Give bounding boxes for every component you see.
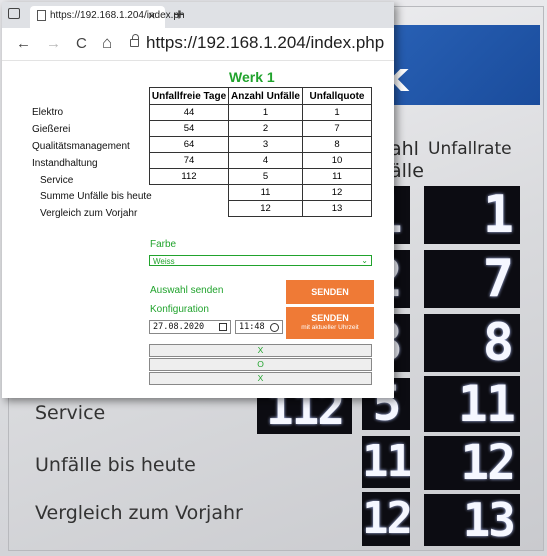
row-label-service: Service bbox=[40, 175, 74, 186]
table-cell[interactable]: 7 bbox=[302, 120, 372, 137]
home-icon[interactable]: ⌂ bbox=[102, 33, 112, 53]
table-cell[interactable]: 54 bbox=[149, 120, 229, 137]
table-header-row: Unfallfreie Tage Anzahl Unfälle Unfallqu… bbox=[149, 87, 372, 105]
address-bar: ← → C ⌂ https://192.168.1.204/index.php bbox=[2, 28, 394, 61]
farbe-label: Farbe bbox=[150, 239, 177, 250]
led-col3-row3: 8 bbox=[424, 314, 520, 372]
row-label-summe: Summe Unfälle bis heute bbox=[40, 191, 152, 202]
table-cell[interactable]: 8 bbox=[302, 136, 372, 153]
table-row: 74 4 10 bbox=[149, 152, 372, 169]
table-gap bbox=[150, 185, 229, 201]
col-header-unfallfreie-tage: Unfallfreie Tage bbox=[149, 87, 229, 105]
led-col3-row4: 11 bbox=[424, 376, 520, 432]
led-col3-row1: 1 bbox=[424, 186, 520, 244]
auswahl-senden-label: Auswahl senden bbox=[150, 285, 224, 296]
senden-time-sublabel: mit aktueller Uhrzeit bbox=[301, 324, 359, 331]
table-cell[interactable]: 11 bbox=[302, 168, 372, 185]
table-cell[interactable]: 44 bbox=[149, 104, 229, 121]
forward-icon[interactable]: → bbox=[46, 35, 61, 52]
table-row: 44 1 1 bbox=[149, 104, 372, 121]
date-value: 27.08.2020 bbox=[153, 322, 205, 332]
led-col3-row6: 13 bbox=[424, 494, 520, 546]
calendar-icon[interactable] bbox=[219, 323, 227, 331]
board-col-anzahl-2: älle bbox=[390, 160, 424, 182]
table-row: 12 13 bbox=[150, 200, 372, 217]
led-col3-row2: 7 bbox=[424, 250, 520, 308]
reload-icon[interactable]: C bbox=[76, 35, 87, 52]
table-row: 64 3 8 bbox=[149, 136, 372, 153]
table-cell[interactable]: 1 bbox=[228, 104, 303, 121]
farbe-select[interactable]: Weiss ⌄ bbox=[149, 255, 372, 266]
board-label-service: Service bbox=[35, 402, 106, 424]
table-cell[interactable]: 12 bbox=[302, 184, 372, 201]
row-label-instandhaltung: Instandhaltung bbox=[32, 158, 98, 169]
clock-icon[interactable] bbox=[270, 322, 279, 332]
back-icon[interactable]: ← bbox=[16, 35, 31, 52]
konfiguration-label: Konfiguration bbox=[150, 304, 209, 315]
chevron-down-icon: ⌄ bbox=[361, 256, 368, 265]
board-label-unfaelle: Unfälle bis heute bbox=[35, 454, 196, 476]
table-row: 11 12 bbox=[150, 184, 372, 201]
table-cell[interactable]: 11 bbox=[228, 184, 303, 201]
board-col-anzahl-1: ahl bbox=[390, 138, 419, 160]
led-col3-row5: 12 bbox=[424, 436, 520, 490]
senden-time-button[interactable]: SENDEN mit aktueller Uhrzeit bbox=[286, 307, 374, 339]
table-cell[interactable]: 12 bbox=[228, 200, 303, 217]
farbe-select-value: Weiss bbox=[153, 257, 175, 266]
table-cell[interactable]: 5 bbox=[228, 168, 303, 185]
table-cell[interactable]: 64 bbox=[149, 136, 229, 153]
url-field[interactable]: https://192.168.1.204/index.php bbox=[146, 33, 384, 53]
option-button-1[interactable]: X bbox=[149, 344, 372, 357]
tab-title: https://192.168.1.204/index.ph bbox=[50, 10, 185, 21]
table-cell[interactable]: 3 bbox=[228, 136, 303, 153]
col-header-unfallquote: Unfallquote bbox=[302, 87, 372, 105]
row-label-vergleich: Vergleich zum Vorjahr bbox=[40, 208, 138, 219]
browser-window: https://192.168.1.204/index.ph × + ← → C… bbox=[2, 2, 394, 398]
senden-button[interactable]: SENDEN bbox=[286, 280, 374, 304]
row-label-giesserei: Gießerei bbox=[32, 124, 71, 135]
row-label-qm: Qualitätsmanagement bbox=[32, 141, 130, 152]
new-tab-icon[interactable]: + bbox=[174, 5, 184, 25]
col-header-anzahl-unfaelle: Anzahl Unfälle bbox=[228, 87, 303, 105]
close-tab-icon[interactable]: × bbox=[148, 8, 156, 23]
led-col2-row6: 11 bbox=[362, 436, 410, 488]
date-field[interactable]: 27.08.2020 bbox=[149, 320, 231, 334]
led-col2-row7: 12 bbox=[362, 492, 410, 546]
table-gap bbox=[150, 201, 229, 217]
table-cell[interactable]: 10 bbox=[302, 152, 372, 169]
table-cell[interactable]: 112 bbox=[149, 168, 229, 185]
table-cell[interactable]: 1 bbox=[302, 104, 372, 121]
time-field[interactable]: 11:48 bbox=[235, 320, 283, 334]
tab-actions-icon[interactable] bbox=[8, 8, 20, 19]
browser-tab[interactable]: https://192.168.1.204/index.ph × bbox=[30, 6, 185, 28]
table-cell[interactable]: 4 bbox=[228, 152, 303, 169]
time-value: 11:48 bbox=[239, 322, 265, 332]
option-button-2[interactable]: O bbox=[149, 358, 372, 371]
board-label-vergleich: Vergleich zum Vorjahr bbox=[35, 502, 243, 524]
board-col-unfallrate: Unfallrate bbox=[428, 139, 512, 159]
table-row: 54 2 7 bbox=[149, 120, 372, 137]
option-button-3[interactable]: X bbox=[149, 372, 372, 385]
table-cell[interactable]: 74 bbox=[149, 152, 229, 169]
page-icon bbox=[37, 10, 46, 21]
table-row: 112 5 11 bbox=[149, 168, 372, 185]
senden-time-label: SENDEN bbox=[311, 313, 349, 323]
tab-bar: https://192.168.1.204/index.ph × + bbox=[2, 2, 394, 28]
lock-icon[interactable] bbox=[130, 34, 139, 47]
table-cell[interactable]: 13 bbox=[302, 200, 372, 217]
table-cell[interactable]: 2 bbox=[228, 120, 303, 137]
unfall-table: Unfallfreie Tage Anzahl Unfälle Unfallqu… bbox=[149, 87, 372, 217]
page-title: Werk 1 bbox=[229, 69, 275, 85]
row-label-elektro: Elektro bbox=[32, 107, 64, 118]
